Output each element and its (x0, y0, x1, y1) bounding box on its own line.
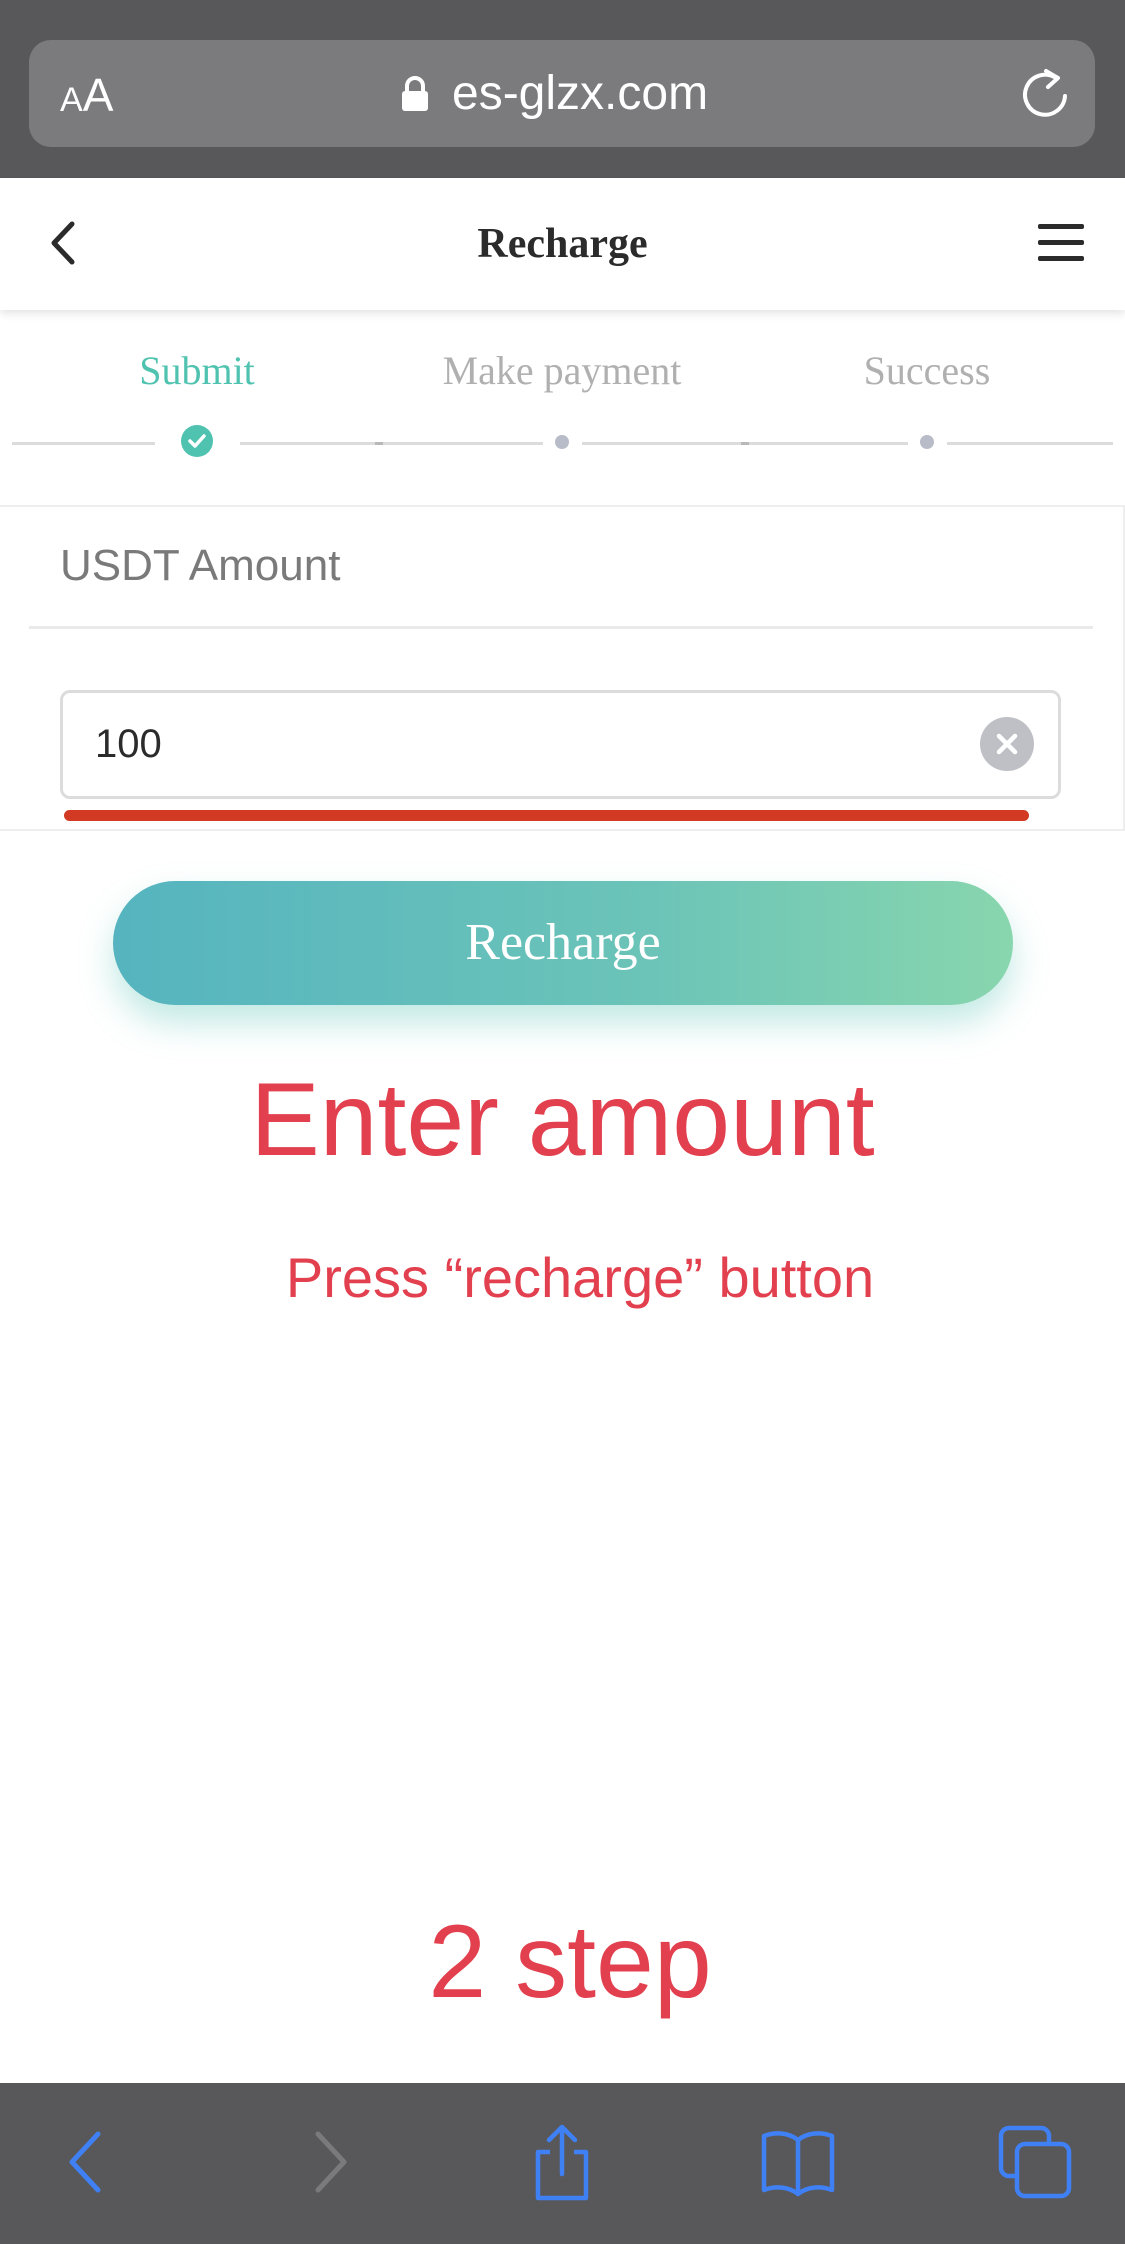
step-success-label: Success (863, 348, 991, 393)
step-tick (375, 442, 383, 445)
step-success-dot (920, 435, 934, 449)
step-make-payment-dot (555, 435, 569, 449)
annotation-press-recharge: Press “recharge” button (285, 1246, 875, 1309)
check-icon (188, 434, 206, 448)
clear-input-button[interactable] (980, 717, 1034, 771)
text-size-button[interactable]: AA (60, 70, 113, 125)
hamburger-menu-icon[interactable] (1036, 220, 1086, 266)
lock-icon (402, 76, 428, 111)
annotation-step-number: 2 step (428, 1904, 712, 2020)
browser-back-icon[interactable] (46, 2122, 126, 2202)
step-connector (12, 442, 155, 445)
app-header: Recharge (0, 178, 1125, 310)
divider (29, 626, 1093, 629)
step-tick (741, 442, 749, 445)
step-connector (947, 442, 1113, 445)
browser-forward-icon[interactable] (290, 2122, 370, 2202)
recharge-button[interactable]: Recharge (113, 881, 1013, 1005)
step-submit-check (181, 425, 213, 457)
annotation-enter-amount: Enter amount (250, 1062, 875, 1178)
step-connector (240, 442, 543, 445)
usdt-amount-label: USDT Amount (60, 541, 341, 590)
share-icon[interactable] (522, 2122, 602, 2202)
bookmarks-icon[interactable] (758, 2122, 838, 2202)
step-submit-label: Submit (139, 348, 255, 393)
clear-icon (996, 733, 1018, 755)
tabs-icon[interactable] (995, 2122, 1075, 2202)
url-text[interactable]: es-glzx.com (452, 66, 708, 122)
page-title: Recharge (477, 221, 648, 267)
amount-input[interactable] (60, 690, 1061, 799)
annotation-underline (64, 810, 1029, 821)
reload-icon[interactable] (1018, 66, 1072, 122)
step-make-payment-label: Make payment (442, 348, 682, 393)
